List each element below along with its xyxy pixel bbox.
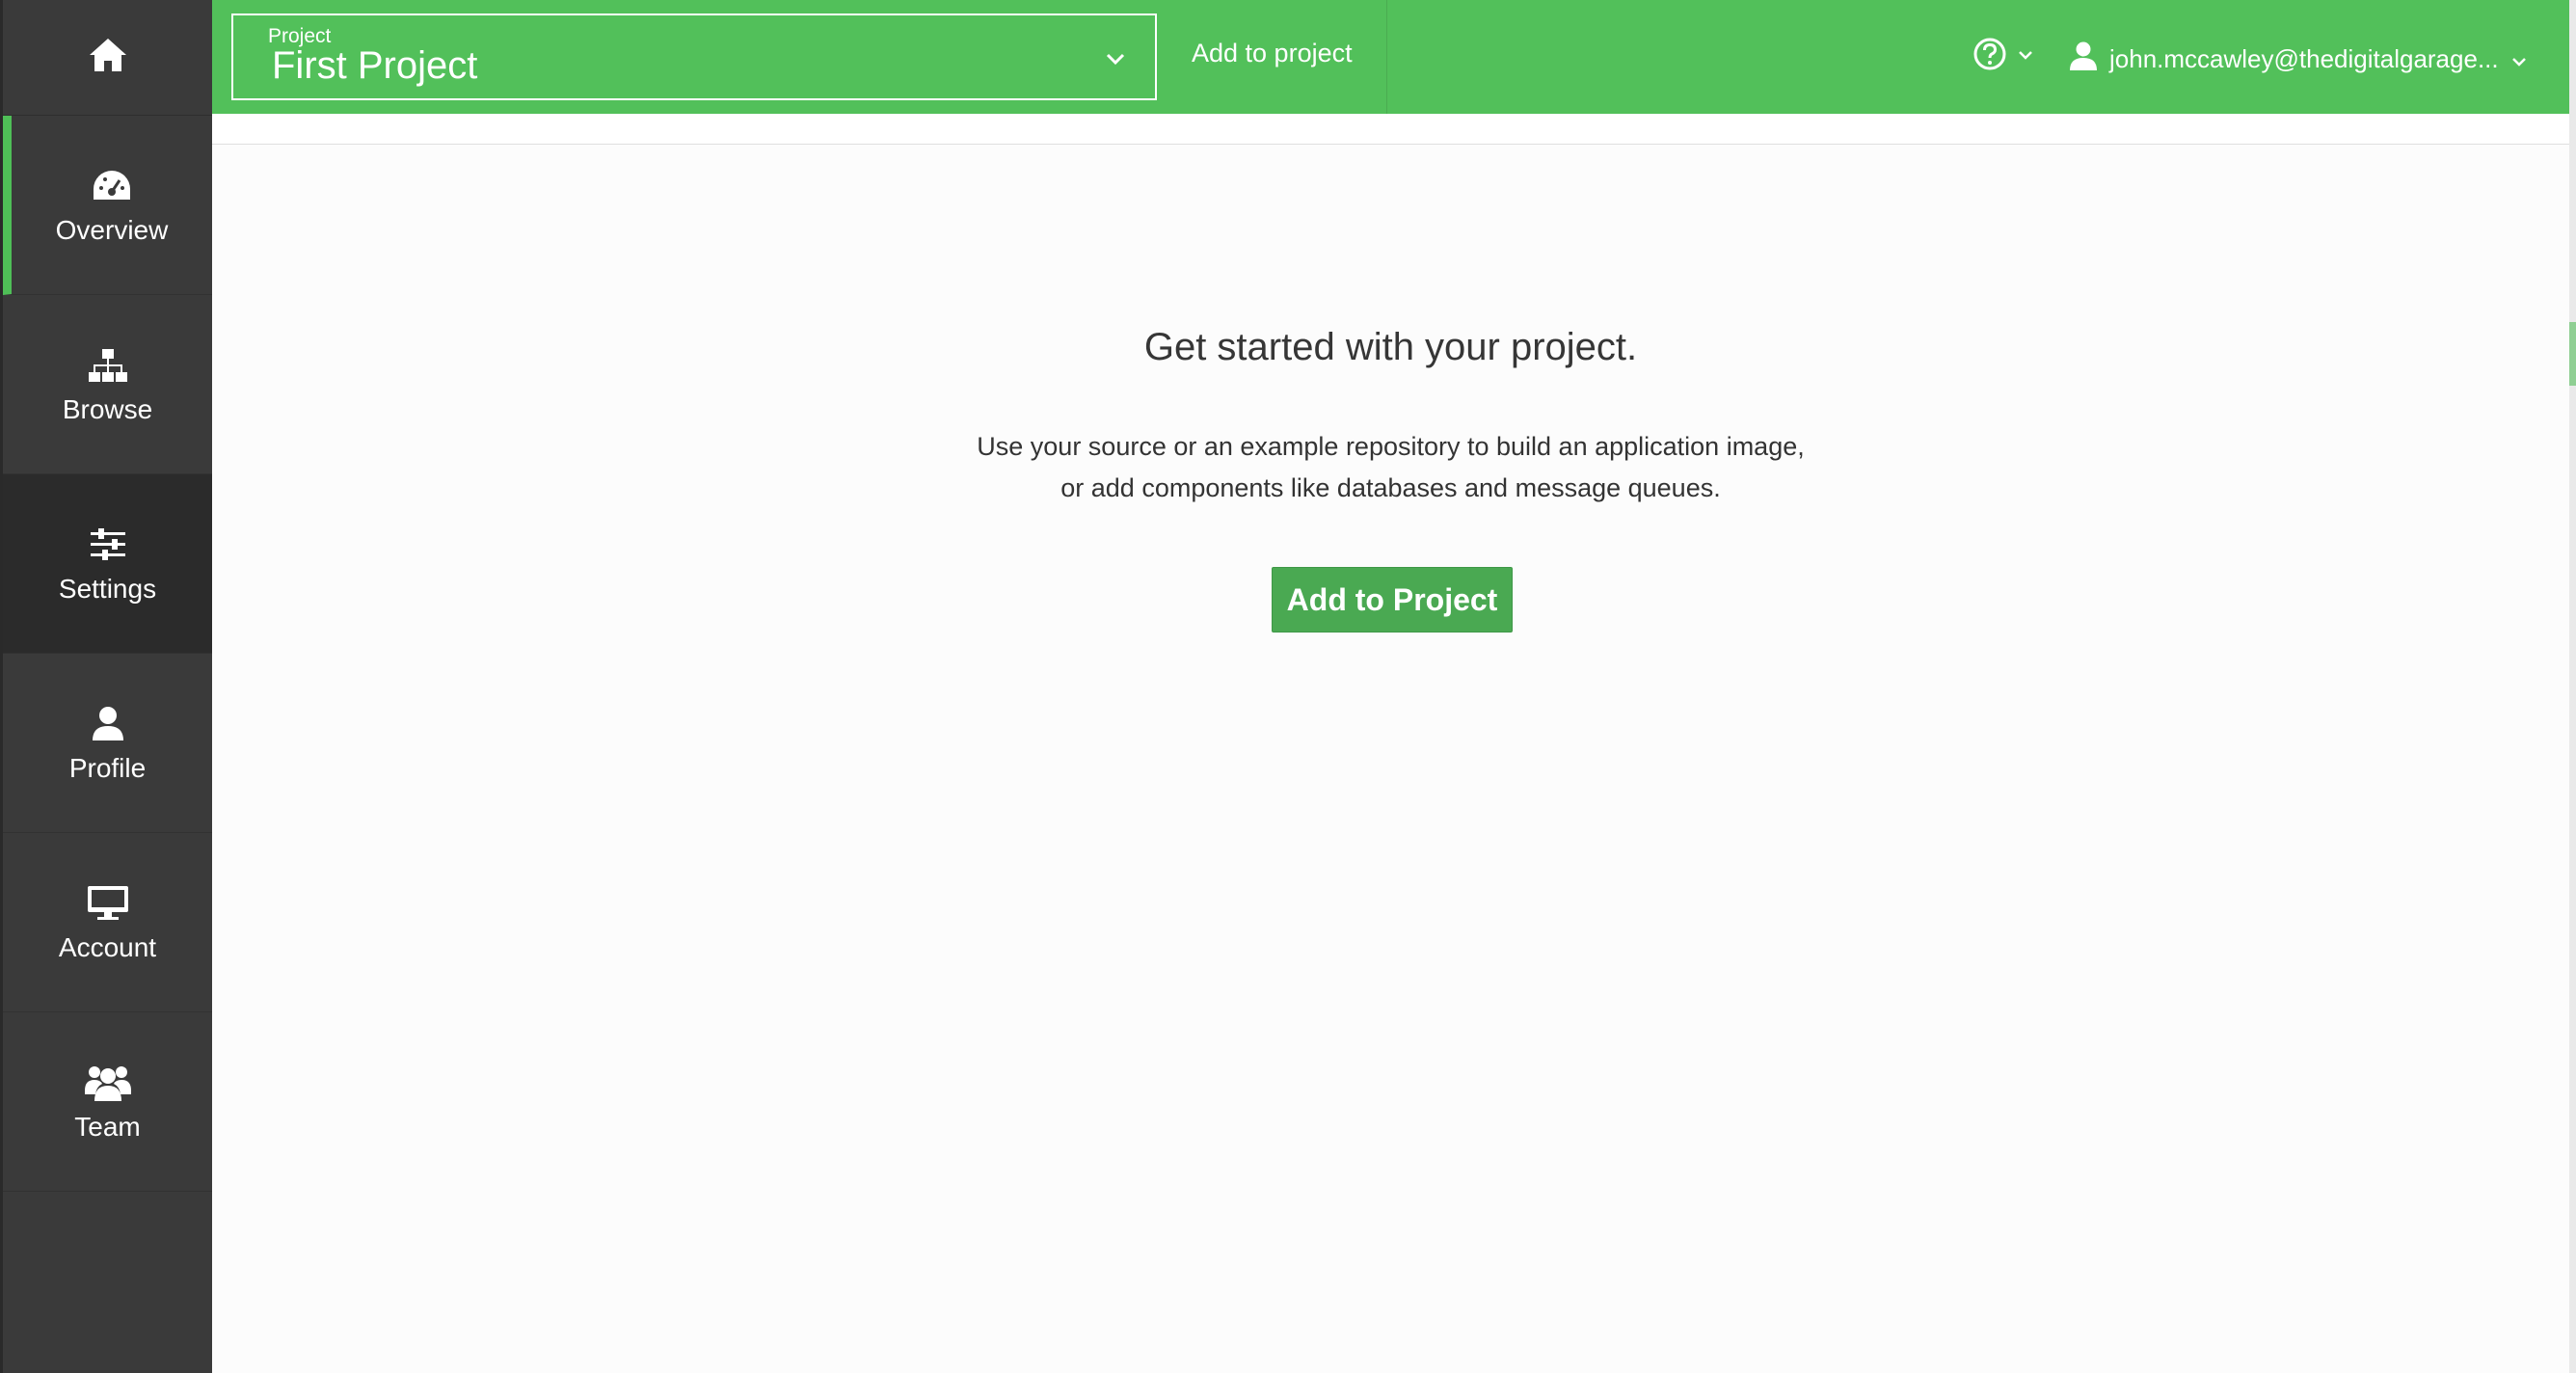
help-menu[interactable] [1972,37,2034,76]
sidebar-item-settings[interactable]: Settings [3,474,212,654]
sidebar-item-label: Browse [62,393,153,424]
chevron-down-icon [1105,52,1126,70]
users-icon [84,1062,131,1104]
sidebar-item-team[interactable]: Team [3,1012,212,1192]
question-circle-icon [1972,37,2007,76]
home-button[interactable] [3,0,212,116]
sidebar-item-label: Settings [58,573,157,604]
main-content: Get started with your project. Use your … [212,145,2569,1373]
sliders-icon [89,524,127,566]
user-email: john.mccawley@thedigitalgarage... [2109,44,2499,73]
user-menu[interactable]: john.mccawley@thedigitalgarage... [2069,40,2528,78]
description-line: or add components like databases and mes… [1060,473,1721,502]
dashboard-icon [92,165,132,207]
navbar-divider [1386,0,1387,114]
chevron-down-icon [2017,48,2034,66]
home-icon [88,37,128,78]
sitemap-icon [88,344,128,387]
top-navbar: Project First Project Add to project joh… [212,0,2572,114]
sidebar-item-profile[interactable]: Profile [3,654,212,833]
sidebar-item-browse[interactable]: Browse [3,295,212,474]
sidebar-footer [3,1196,212,1373]
empty-state-description: Use your source or an example repository… [212,426,2569,509]
sidebar-item-account[interactable]: Account [3,833,212,1012]
description-line: Use your source or an example repository… [977,432,1805,461]
add-to-project-button[interactable]: Add to Project [1272,567,1513,633]
secondary-toolbar [212,114,2572,145]
sidebar-item-label: Profile [68,752,147,783]
project-name: First Project [272,44,478,87]
sidebar: Overview Browse Settings Profile Account… [0,0,212,1373]
window-edge [2569,0,2576,1373]
user-icon [91,703,125,745]
sidebar-item-label: Account [58,931,157,962]
empty-state-title: Get started with your project. [1143,326,1638,368]
sidebar-item-label: Team [74,1111,141,1142]
window-edge-accent [2569,322,2576,386]
add-to-project-link[interactable]: Add to project [1192,39,1353,68]
sidebar-item-overview[interactable]: Overview [3,116,212,295]
project-selector[interactable]: Project First Project [231,13,1157,100]
monitor-icon [87,882,129,925]
sidebar-item-label: Overview [55,214,169,245]
user-icon [2069,40,2098,78]
chevron-down-icon [2510,44,2528,74]
